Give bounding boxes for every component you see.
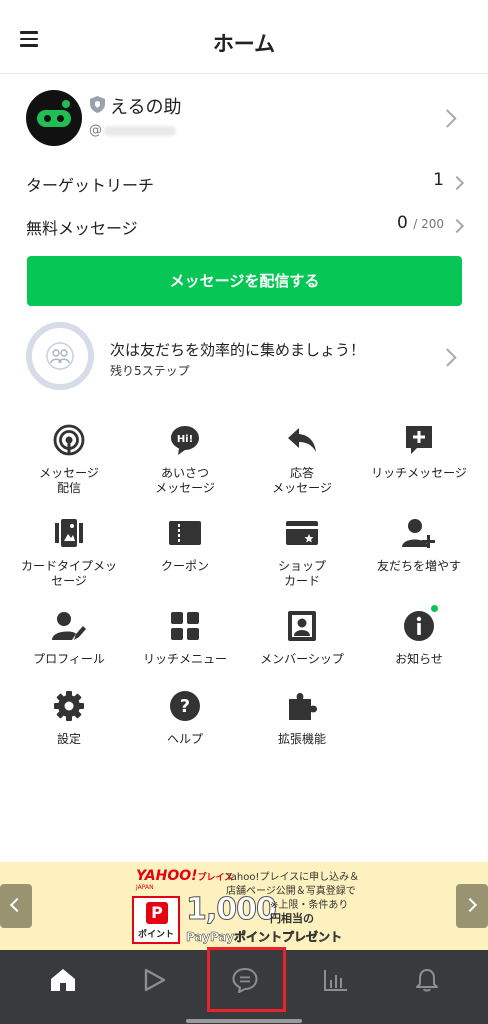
membership-icon <box>288 611 316 641</box>
rich-menu-icon <box>171 612 199 640</box>
menu-label: ショップ カード <box>277 559 326 588</box>
chevron-right-icon <box>462 897 478 913</box>
target-reach-label: ターゲットリーチ <box>26 176 155 195</box>
menu-item-settings[interactable]: 設定 <box>8 688 130 747</box>
notification-icon <box>415 969 438 992</box>
home-icon <box>50 969 75 991</box>
menu-item-add-friend[interactable]: 友だちを増やす <box>358 515 480 574</box>
banner-next-button[interactable] <box>456 884 488 928</box>
friends-icon <box>46 342 74 370</box>
chevron-right-icon[interactable] <box>438 109 457 128</box>
menu-label: 拡張機能 <box>277 732 326 746</box>
onboarding-steps-card[interactable]: 次は友だちを効率的に集めましょう！ 残り5ステップ <box>26 322 466 392</box>
menu-item-news[interactable]: お知らせ <box>358 605 480 667</box>
svg-text:Hi!: Hi! <box>177 434 193 445</box>
account-card[interactable]: えるの助 @ <box>26 88 466 148</box>
menu-item-membership[interactable]: メンバーシップ <box>241 608 363 667</box>
broadcast-icon <box>53 424 85 456</box>
menu-label: リッチメニュー <box>142 652 227 666</box>
menu-label: クーポン <box>160 559 209 573</box>
menu-item-card-message[interactable]: カードタイプメッ セージ <box>8 515 130 589</box>
menu-item-shop-card[interactable]: ショップ カード <box>241 515 363 589</box>
banner-amount: 1,000 <box>186 892 278 928</box>
menu-item-rich-message[interactable]: リッチメッセージ <box>358 422 480 481</box>
steps-remaining: 残り5ステップ <box>110 364 190 378</box>
menu-label: 設定 <box>56 732 81 746</box>
menu-label: 応答 メッセージ <box>272 466 332 495</box>
menu-item-broadcast[interactable]: メッセージ 配信 <box>8 422 130 496</box>
shop-card-icon <box>286 521 318 545</box>
unread-dot <box>431 605 438 612</box>
svg-text:?: ? <box>180 696 190 717</box>
tab-notifications[interactable] <box>378 950 475 1010</box>
chevron-left-icon <box>9 897 25 913</box>
promo-banner[interactable]: YAHOO!プレイス JAPAN Yahoo!プレイスに申し込み＆ 店舗ページ公… <box>0 862 488 950</box>
menu-item-rich-menu[interactable]: リッチメニュー <box>124 608 246 667</box>
menu-item-greeting[interactable]: Hi! あいさつ メッセージ <box>124 422 246 496</box>
progress-ring <box>26 322 94 390</box>
menu-label: 友だちを増やす <box>376 559 461 573</box>
tab-analytics[interactable] <box>287 950 384 1010</box>
menu-item-extensions[interactable]: 拡張機能 <box>241 688 363 747</box>
yahoo-logo-sub: JAPAN <box>136 884 154 891</box>
menu-label: リッチメッセージ <box>371 466 467 480</box>
account-name: えるの助 <box>110 97 182 118</box>
help-icon: ? <box>170 691 200 721</box>
free-messages-row[interactable]: 無料メッセージ 0 / 200 <box>26 211 466 241</box>
menu-label: カードタイプメッ セージ <box>20 559 117 588</box>
free-messages-value: 0 / 200 <box>397 213 444 233</box>
add-friend-icon <box>402 519 435 548</box>
reply-icon <box>288 428 316 452</box>
send-message-button[interactable]: メッセージを配信する <box>27 256 462 306</box>
shield-icon <box>90 96 105 113</box>
chevron-right-icon <box>449 175 465 191</box>
menu-item-coupon[interactable]: クーポン <box>124 515 246 574</box>
card-message-icon <box>55 519 83 547</box>
gear-icon <box>54 691 84 721</box>
menu-label: メンバーシップ <box>260 652 344 666</box>
puzzle-icon <box>289 693 317 720</box>
menu-item-profile[interactable]: プロフィール <box>8 608 130 667</box>
menu-item-reply[interactable]: 応答 メッセージ <box>241 422 363 496</box>
info-icon <box>404 611 434 641</box>
yahoo-logo: YAHOO!プレイス <box>136 868 234 884</box>
banner-note: ※上限・条件あり <box>270 900 349 911</box>
menu-label: メッセージ 配信 <box>39 466 99 495</box>
tab-voom[interactable] <box>105 950 202 1010</box>
banner-line-1: Yahoo!プレイスに申し込み＆ <box>226 872 360 883</box>
banner-prev-button[interactable] <box>0 884 32 928</box>
profile-icon <box>52 612 86 640</box>
greeting-icon: Hi! <box>171 426 199 455</box>
menu-label: プロフィール <box>33 652 105 666</box>
banner-bottom-text: PayPayポイントプレゼント <box>186 930 343 945</box>
steps-title: 次は友だちを効率的に集めましょう！ <box>110 341 366 359</box>
page-title: ホーム <box>212 32 276 56</box>
home-indicator <box>186 1019 302 1023</box>
free-messages-label: 無料メッセージ <box>26 219 138 238</box>
analytics-icon <box>323 970 347 991</box>
avatar <box>26 90 82 146</box>
account-id: @ <box>89 123 176 138</box>
target-reach-value: 1 <box>433 170 444 190</box>
coupon-icon <box>169 521 201 545</box>
menu-label: あいさつ メッセージ <box>155 466 215 495</box>
menu-item-help[interactable]: ? ヘルプ <box>124 688 246 747</box>
chat-tab-highlight <box>207 947 286 1012</box>
target-reach-row[interactable]: ターゲットリーチ 1 <box>26 168 466 198</box>
app-header: ホーム <box>0 0 488 74</box>
voom-icon <box>144 968 165 992</box>
menu-label: ヘルプ <box>166 732 203 746</box>
chevron-right-icon <box>449 218 465 234</box>
banner-amount-suffix: 円相当の <box>270 912 314 925</box>
rich-message-icon <box>406 426 432 454</box>
menu-label: お知らせ <box>395 652 443 666</box>
paypay-logo: P ポイント <box>132 896 180 944</box>
chevron-right-icon <box>438 348 457 367</box>
tab-home[interactable] <box>14 950 111 1010</box>
